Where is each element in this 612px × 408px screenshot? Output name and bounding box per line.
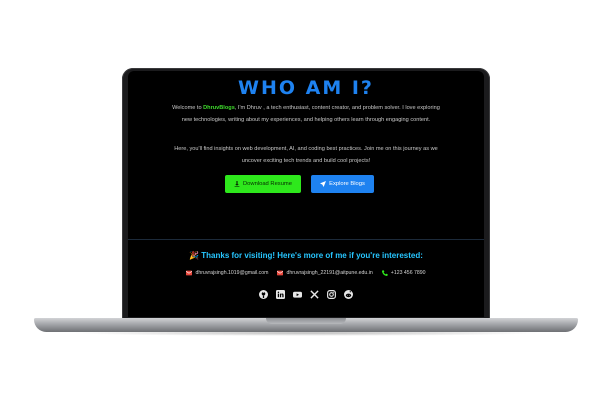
instagram-link[interactable] xyxy=(327,290,336,299)
reddit-link[interactable] xyxy=(344,290,353,299)
download-resume-button[interactable]: Download Resume xyxy=(225,175,301,193)
page-title: WHO AM I? xyxy=(238,77,374,99)
second-paragraph: Here, you'll find insights on web develo… xyxy=(174,146,438,164)
phone-icon xyxy=(381,270,388,276)
github-icon xyxy=(259,290,268,299)
contact-email-1[interactable]: dhruvrajsingh.1019@gmail.com xyxy=(186,270,268,276)
laptop-notch xyxy=(266,318,346,324)
x-icon xyxy=(310,290,319,299)
email-2-text: dhruvrajsingh_22191@aitpune.edu.in xyxy=(286,270,373,276)
brand-name: DhruvBlogs xyxy=(203,105,235,111)
explore-blogs-button[interactable]: Explore Blogs xyxy=(311,175,374,193)
instagram-icon xyxy=(327,290,336,299)
email-icon xyxy=(186,270,193,276)
phone-text: +123 456 7890 xyxy=(390,270,426,276)
youtube-icon xyxy=(293,291,302,298)
download-icon xyxy=(234,181,240,187)
linkedin-icon xyxy=(276,290,285,299)
send-icon xyxy=(320,181,327,187)
section-divider xyxy=(128,239,484,240)
explore-blogs-label: Explore Blogs xyxy=(329,181,365,187)
email-icon xyxy=(277,270,284,276)
contact-phone[interactable]: +123 456 7890 xyxy=(381,270,426,276)
email-1-text: dhruvrajsingh.1019@gmail.com xyxy=(195,270,269,276)
reddit-icon xyxy=(344,290,353,299)
intro-paragraph: Welcome to DhruvBlogs, I'm Dhruv , a tec… xyxy=(168,103,444,126)
linkedin-link[interactable] xyxy=(276,290,285,299)
social-links xyxy=(128,290,484,299)
contact-email-2[interactable]: dhruvrajsingh_22191@aitpune.edu.in xyxy=(277,270,373,276)
x-link[interactable] xyxy=(310,290,319,299)
intro-prefix: Welcome to xyxy=(172,105,204,111)
laptop-screen: WHO AM I? Welcome to DhruvBlogs, I'm Dhr… xyxy=(128,71,484,317)
download-resume-label: Download Resume xyxy=(243,181,292,187)
footer-title: 🎉 Thanks for visiting! Here's more of me… xyxy=(189,251,423,260)
github-link[interactable] xyxy=(259,290,268,299)
youtube-link[interactable] xyxy=(293,290,302,299)
contact-row: dhruvrajsingh.1019@gmail.com dhruvrajsin… xyxy=(128,270,484,276)
